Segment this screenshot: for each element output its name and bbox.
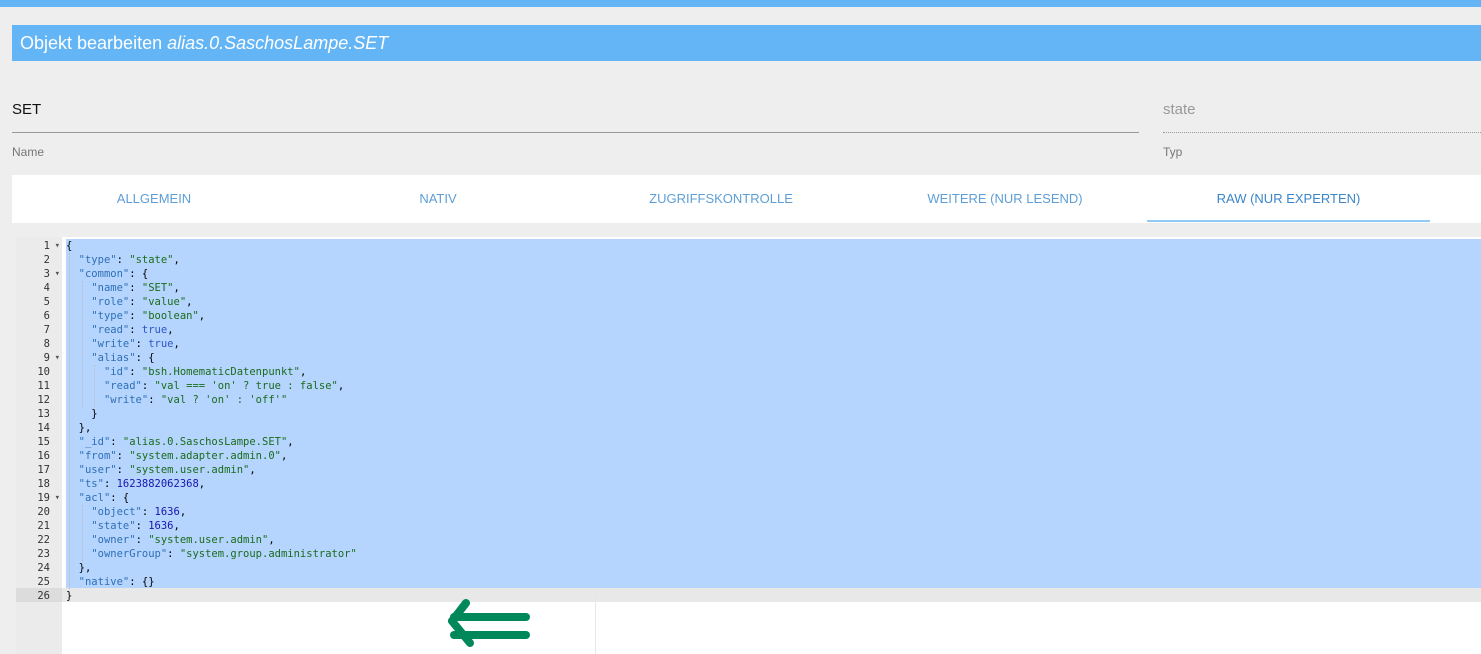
code-line: "user": "system.user.admin", bbox=[78, 464, 256, 476]
fold-line-number: 3 bbox=[16, 267, 62, 281]
line-number: 14 bbox=[37, 422, 50, 434]
line-number: 11 bbox=[37, 380, 50, 392]
fold-line-number: 19 bbox=[16, 491, 62, 505]
line-number: 8 bbox=[43, 338, 50, 350]
code-line: "role": "value", bbox=[91, 296, 193, 308]
code-content[interactable]: { "type": "state", "common": { "name": "… bbox=[66, 239, 357, 603]
line-number: 6 bbox=[43, 310, 50, 322]
line-number: 12 bbox=[37, 394, 50, 406]
line-number: 2 bbox=[43, 254, 50, 266]
code-line: "native": {} bbox=[78, 576, 155, 588]
code-line: "owner": "system.user.admin", bbox=[91, 534, 275, 546]
active-tab-indicator bbox=[1147, 220, 1430, 222]
tab-raw[interactable]: Raw (nur Experten) bbox=[1147, 175, 1430, 223]
tab-bar: Allgemein Nativ Zugriffskontrolle Weiter… bbox=[12, 175, 1481, 223]
line-number: 26 bbox=[37, 590, 50, 602]
line-number: 23 bbox=[37, 548, 50, 560]
type-input: state bbox=[1163, 101, 1196, 118]
tab-allgemein[interactable]: Allgemein bbox=[12, 175, 296, 223]
double-left-arrow-icon bbox=[448, 599, 530, 647]
line-number: 20 bbox=[37, 506, 50, 518]
dialog-object-id: alias.0.SaschosLampe.SET bbox=[167, 33, 389, 53]
line-number: 7 bbox=[43, 324, 50, 336]
code-line: "write": true, bbox=[91, 338, 180, 350]
line-number: 22 bbox=[37, 534, 50, 546]
code-line: "from": "system.adapter.admin.0", bbox=[78, 450, 288, 462]
line-number: 21 bbox=[37, 520, 50, 532]
tab-nativ[interactable]: Nativ bbox=[296, 175, 580, 223]
tab-weitere[interactable]: Weitere (nur lesend) bbox=[863, 175, 1147, 223]
code-line: }, bbox=[66, 422, 92, 434]
line-number: 16 bbox=[37, 450, 50, 462]
code-line: "ownerGroup": "system.group.administrato… bbox=[91, 548, 357, 560]
line-number: 18 bbox=[37, 478, 50, 490]
code-line: "alias": { bbox=[91, 352, 155, 364]
name-input[interactable]: SET bbox=[12, 101, 41, 118]
fold-line-number: 1 bbox=[16, 239, 62, 253]
tab-zugriffskontrolle[interactable]: Zugriffskontrolle bbox=[579, 175, 863, 223]
name-underline bbox=[12, 132, 1139, 133]
code-line: "common": { bbox=[78, 268, 149, 280]
line-number: 10 bbox=[37, 366, 50, 378]
code-line: "id": "bsh.HomematicDatenpunkt", bbox=[103, 366, 307, 378]
code-line: "type": "state", bbox=[78, 254, 180, 266]
code-line: { bbox=[66, 240, 73, 252]
fold-line-number: 9 bbox=[16, 351, 62, 365]
code-line: } bbox=[66, 590, 73, 602]
top-accent-strip bbox=[0, 0, 1481, 7]
code-line: "_id": "alias.0.SaschosLampe.SET", bbox=[78, 436, 294, 448]
code-line: "acl": { bbox=[78, 492, 130, 504]
json-editor[interactable]: 1234567891011121314151617181920212223242… bbox=[16, 237, 1481, 654]
line-numbers: 1234567891011121314151617181920212223242… bbox=[16, 239, 62, 603]
line-number: 13 bbox=[37, 408, 50, 420]
type-label: Typ bbox=[1163, 145, 1183, 159]
code-line: "name": "SET", bbox=[91, 282, 180, 294]
type-underline bbox=[1163, 132, 1481, 133]
code-line: "read": "val === 'on' ? true : false", bbox=[103, 380, 345, 392]
code-line: "write": "val ? 'on' : 'off'" bbox=[103, 394, 288, 406]
code-line: "read": true, bbox=[91, 324, 174, 336]
line-number: 17 bbox=[37, 464, 50, 476]
line-number: 25 bbox=[37, 576, 50, 588]
line-number: 5 bbox=[43, 296, 50, 308]
dialog-title: Objekt bearbeiten alias.0.SaschosLampe.S… bbox=[12, 25, 1481, 61]
line-number: 15 bbox=[37, 436, 50, 448]
code-line: } bbox=[66, 408, 98, 420]
code-line: "ts": 1623882062368, bbox=[78, 478, 206, 490]
code-line: "state": 1636, bbox=[91, 520, 180, 532]
code-line: }, bbox=[66, 562, 92, 574]
print-margin bbox=[595, 588, 596, 654]
code-line: "type": "boolean", bbox=[91, 310, 206, 322]
dialog-title-prefix: Objekt bearbeiten bbox=[20, 33, 163, 53]
name-label: Name bbox=[12, 145, 45, 159]
code-line: "object": 1636, bbox=[91, 506, 187, 518]
line-number: 24 bbox=[37, 562, 50, 574]
line-number: 4 bbox=[43, 282, 50, 294]
